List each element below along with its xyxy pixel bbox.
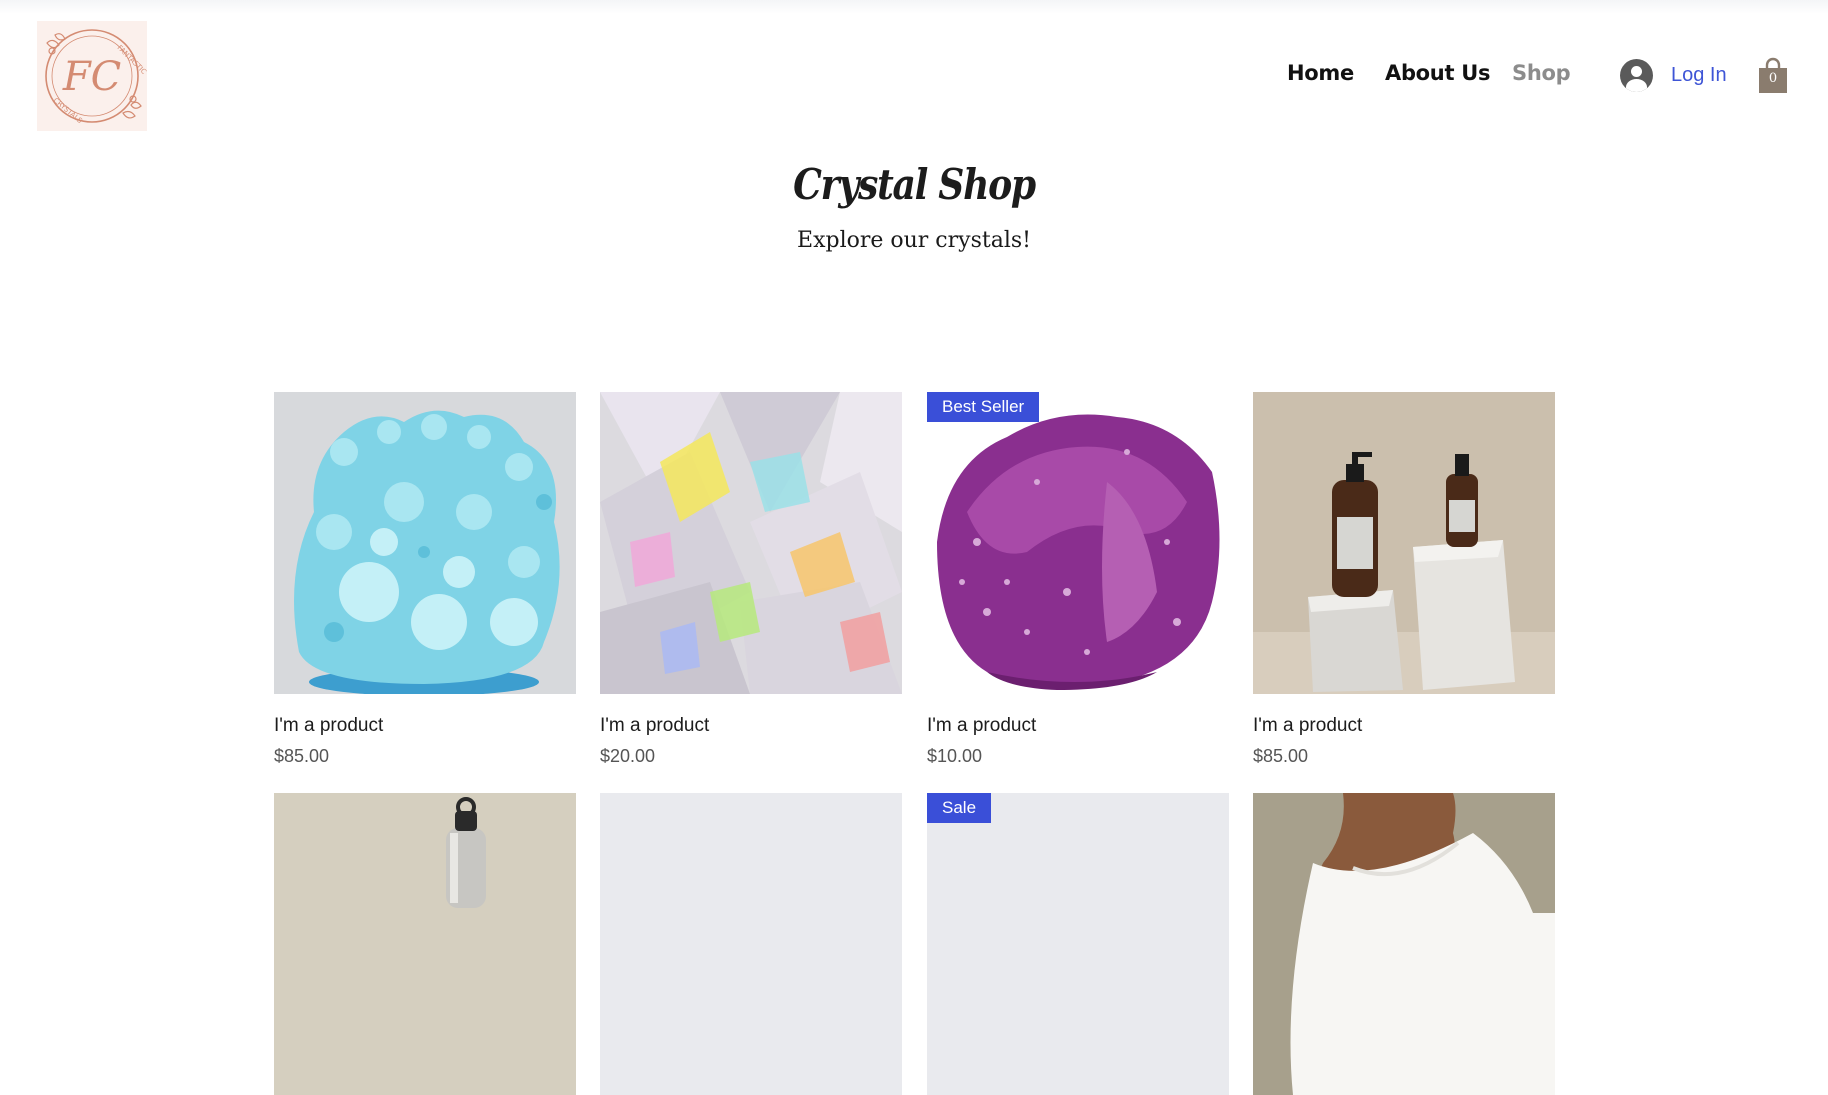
user-avatar-icon[interactable]	[1620, 59, 1653, 92]
nav-home[interactable]: Home	[1287, 61, 1354, 85]
logo-text-bottom: CRYSTALS	[52, 96, 84, 125]
page-subtitle: Explore our crystals!	[797, 228, 1031, 253]
product-image-placeholder[interactable]	[600, 793, 902, 1095]
product-image-placeholder[interactable]: Sale	[927, 793, 1229, 1095]
top-border	[0, 0, 1828, 14]
product-card[interactable]: Best Seller I'm a product $10.00	[927, 392, 1229, 766]
cart-count: 0	[1768, 71, 1778, 86]
product-card[interactable]: I'm a product $20.00	[600, 392, 902, 766]
nav-about-us[interactable]: About Us	[1385, 61, 1490, 85]
product-image[interactable]	[274, 392, 576, 694]
product-card[interactable]: I'm a product $85.00	[1253, 392, 1555, 766]
logo-monogram: FC	[62, 54, 121, 100]
product-name[interactable]: I'm a product	[1253, 715, 1362, 737]
product-image[interactable]	[274, 793, 576, 1095]
product-name[interactable]: I'm a product	[600, 715, 709, 737]
product-card[interactable]	[600, 793, 902, 1095]
product-card[interactable]: I'm a product $85.00	[274, 392, 576, 766]
brand-logo[interactable]: FC FANTASTIC CRYSTALS	[37, 21, 147, 131]
product-name[interactable]: I'm a product	[927, 715, 1036, 737]
product-card[interactable]	[274, 793, 576, 1095]
product-price: $20.00	[600, 746, 656, 766]
product-image[interactable]	[600, 392, 902, 694]
product-price: $10.00	[927, 746, 983, 766]
product-name[interactable]: I'm a product	[274, 715, 383, 737]
product-price: $85.00	[1253, 746, 1309, 766]
cart-button[interactable]: 0	[1758, 57, 1788, 94]
product-card[interactable]: Sale	[927, 793, 1229, 1095]
product-ribbon: Sale	[927, 793, 992, 823]
product-image[interactable]	[1253, 793, 1555, 1095]
product-ribbon: Best Seller	[927, 392, 1040, 422]
product-card[interactable]	[1253, 793, 1555, 1095]
product-price: $85.00	[274, 746, 330, 766]
nav-shop[interactable]: Shop	[1512, 61, 1571, 85]
product-image[interactable]	[1253, 392, 1555, 694]
product-image[interactable]: Best Seller	[927, 392, 1229, 694]
login-link[interactable]: Log In	[1671, 64, 1727, 87]
page-title: Crystal Shop	[793, 160, 1036, 209]
